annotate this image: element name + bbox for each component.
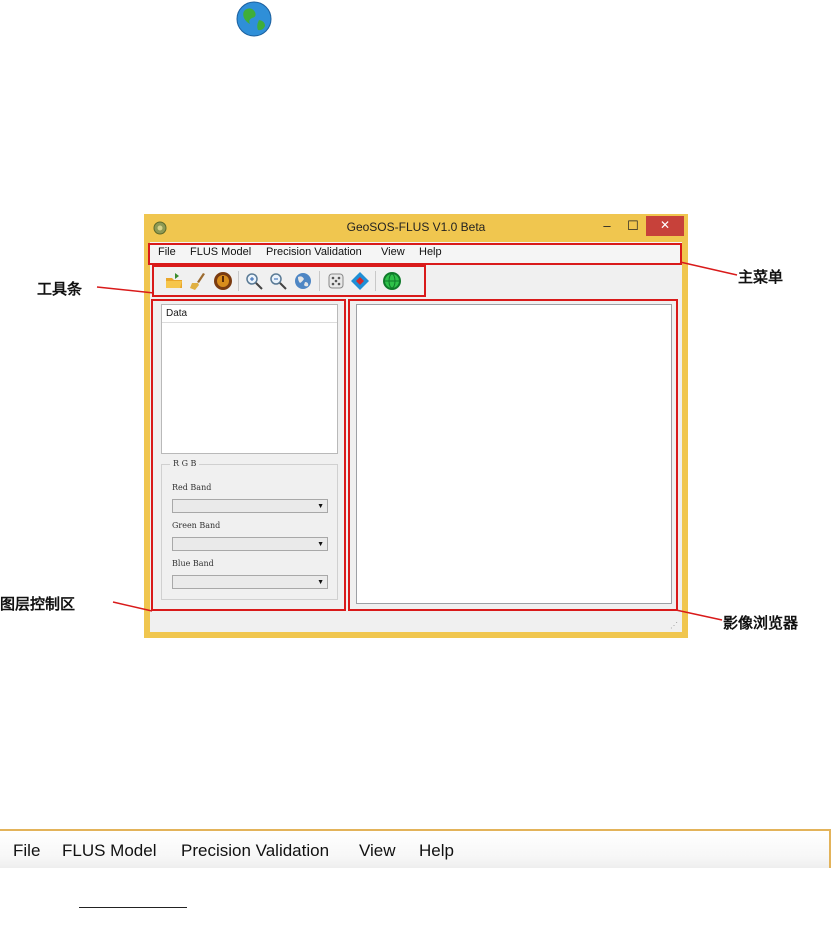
callout-lines <box>96 261 738 621</box>
zoom-menu-file[interactable]: File <box>13 841 40 861</box>
zoom-menu-view[interactable]: View <box>359 841 396 861</box>
main-menu-annotation: 主菜单 <box>738 268 784 286</box>
toolbar-annotation: 工具条 <box>37 280 83 298</box>
underline-divider <box>79 907 187 908</box>
zoom-menu-help[interactable]: Help <box>419 841 454 861</box>
layer-control-annotation: 图层控制区 <box>0 595 76 613</box>
image-viewer-annotation: 影像浏览器 <box>723 614 799 632</box>
zoom-menu-precision-validation[interactable]: Precision Validation <box>181 841 329 861</box>
zoomed-menu-bar: File FLUS Model Precision Validation Vie… <box>0 829 831 868</box>
zoom-menu-flus-model[interactable]: FLUS Model <box>62 841 156 861</box>
